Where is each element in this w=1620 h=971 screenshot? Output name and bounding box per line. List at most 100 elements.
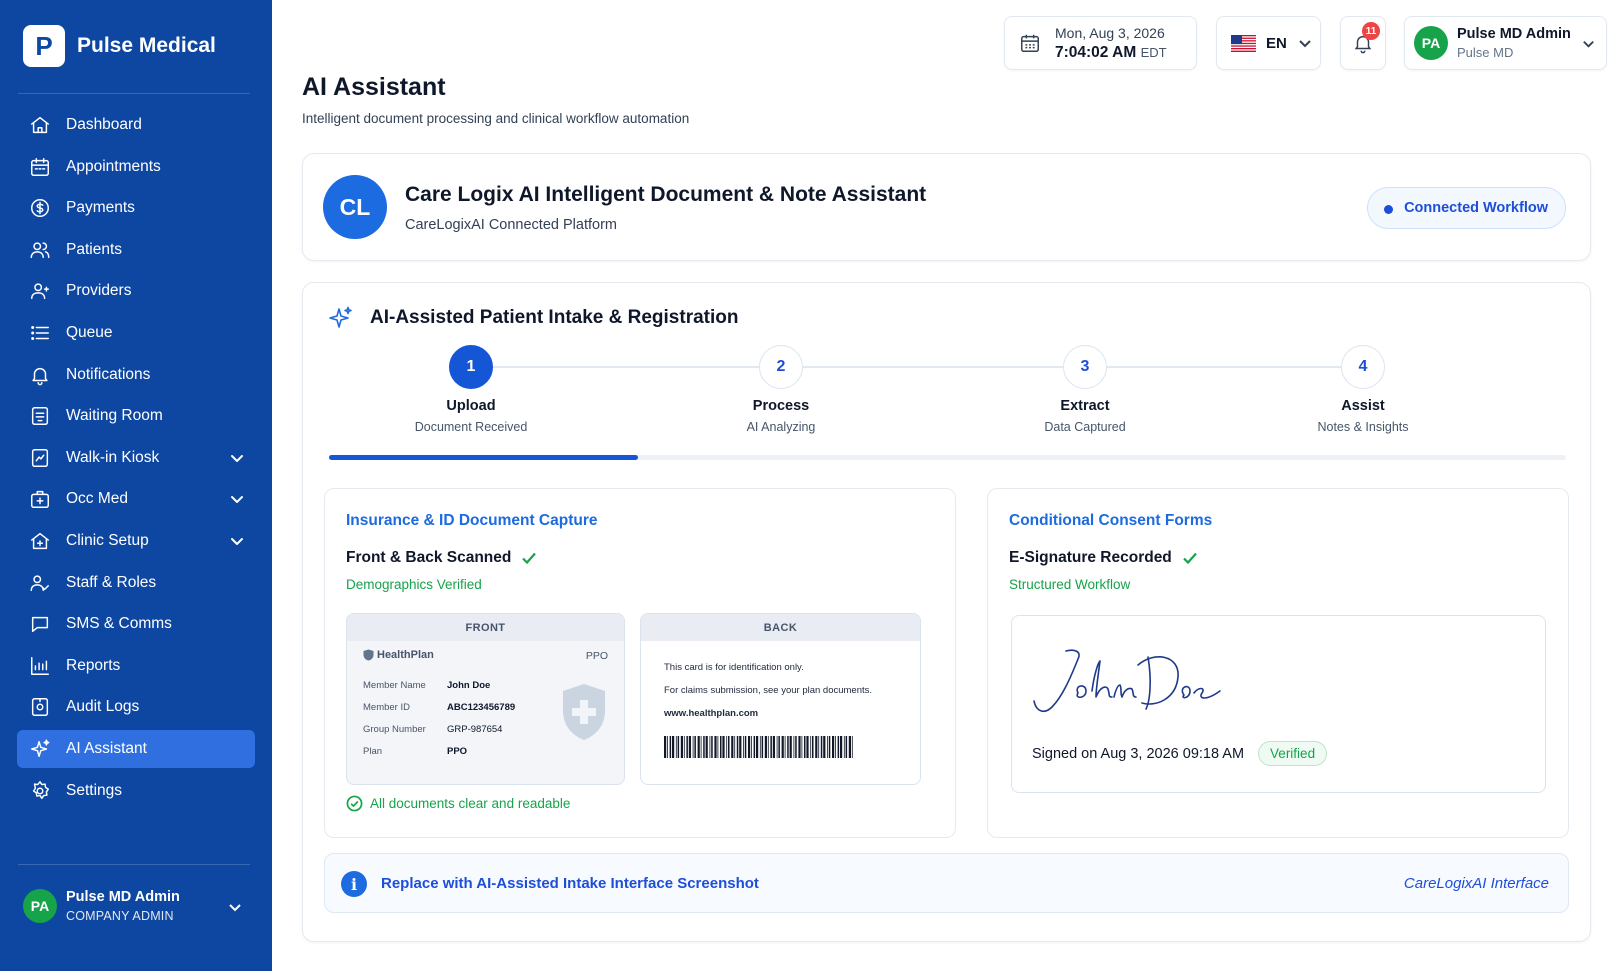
barcode-bar [798,736,801,758]
barcode-bar [767,736,769,758]
barcode-bar [828,736,831,758]
sidebar-item-patients[interactable]: Patients [17,231,255,269]
sidebar-item-label: Occ Med [66,490,129,508]
barcode-bar [832,736,835,758]
card-side-label: BACK [641,614,920,641]
barcode-bar [759,736,761,758]
brand-logo: P [23,25,65,67]
sidebar-item-waiting-room[interactable]: Waiting Room [17,397,255,435]
info-banner-source: CareLogixAI Interface [1403,875,1549,892]
us-flag-icon [1231,34,1256,52]
kiosk-icon [31,448,49,467]
field-label: Group Number [363,724,426,735]
connected-workflow-badge[interactable]: Connected Workflow [1367,187,1566,229]
sidebar-item-occ-med[interactable]: Occ Med [17,480,255,518]
barcode-bar [851,736,853,758]
sidebar-item-label: Payments [66,199,135,217]
sidebar-item-clinic-setup[interactable]: Clinic Setup [17,522,255,560]
sidebar-item-settings[interactable]: Settings [17,772,255,810]
sidebar-divider [18,93,250,94]
barcode-bar [700,736,702,758]
barcode-bar [722,736,725,758]
step-upload[interactable]: 1 Upload Document Received [391,345,551,434]
intake-title: AI-Assisted Patient Intake & Registratio… [370,307,739,328]
user-menu[interactable]: PA Pulse MD Admin Pulse MD [1404,16,1607,70]
barcode-icon [664,736,853,758]
sidebar-item-label: Patients [66,240,123,258]
barcode-bar [823,736,826,758]
sidebar-item-appointments[interactable]: Appointments [17,148,255,186]
barcode-bar [677,736,680,758]
sidebar-item-audit-logs[interactable]: Audit Logs [17,688,255,726]
signature-box[interactable]: Signed on Aug 3, 2026 09:18 AM Verified [1011,615,1546,793]
barcode-bar [751,736,752,758]
assistant-header-card: CL Care Logix AI Intelligent Document & … [302,153,1591,261]
barcode-bar [770,736,772,758]
insurance-capture-card: Insurance & ID Document Capture Front & … [324,488,956,838]
barcode-bar [840,736,843,758]
assistant-title: Care Logix AI Intelligent Document & Not… [405,183,927,206]
field-value: John Doe [447,680,491,691]
insurance-card-back[interactable]: BACK This card is for identification onl… [640,613,921,785]
barcode-bar [843,736,845,758]
insurance-footer: All documents clear and readable [346,795,570,812]
brand[interactable]: P Pulse Medical [23,25,216,67]
datetime-display: Mon, Aug 3, 2026 7:04:02 AM EDT [1004,16,1197,70]
barcode-bar [810,736,812,758]
barcode-bar [734,736,736,758]
barcode-bar [837,736,840,758]
insurance-title: Insurance & ID Document Capture [346,512,598,529]
sidebar-item-label: AI Assistant [66,739,147,757]
barcode-bar [761,736,764,758]
step-name: Process [752,398,810,414]
sidebar-item-dashboard[interactable]: Dashboard [17,106,255,144]
consent-title: Conditional Consent Forms [1009,512,1213,529]
sidebar-item-notifications[interactable]: Notifications [17,356,255,394]
sidebar-item-sms-comms[interactable]: SMS & Comms [17,605,255,643]
sidebar-item-label: Notifications [66,365,151,383]
field-label: Member ID [363,702,410,713]
barcode-bar [764,736,767,758]
barcode-bar [692,736,694,758]
assistant-subtitle: CareLogixAI Connected Platform [405,217,617,233]
barcode-bar [686,736,688,758]
intake-card: AI-Assisted Patient Intake & Registratio… [302,282,1591,942]
clinic-icon [31,532,49,550]
insurance-card-front[interactable]: FRONT HealthPlan PPO Member Name John Doe… [346,613,625,785]
barcode-bar [664,736,667,758]
language-selector[interactable]: EN [1216,16,1321,70]
verified-badge: Verified [1258,741,1328,766]
sidebar-item-ai-assistant[interactable]: AI Assistant [17,729,255,768]
info-banner-text[interactable]: Replace with AI-Assisted Intake Interfac… [381,875,759,892]
step-extract[interactable]: 3 Extract Data Captured [1005,345,1165,434]
step-process[interactable]: 2 Process AI Analyzing [701,345,861,434]
audit-icon [31,698,49,717]
sidebar-item-label: Audit Logs [66,698,140,716]
sidebar-item-staff-roles[interactable]: Staff & Roles [17,564,255,602]
user-name: Pulse MD Admin [1457,26,1571,42]
step-assist[interactable]: 4 Assist Notes & Insights [1283,345,1443,434]
sidebar-item-reports[interactable]: Reports [17,647,255,685]
sidebar-item-queue[interactable]: Queue [17,314,255,352]
current-date: Mon, Aug 3, 2026 [1055,24,1165,41]
chevron-down-icon [231,496,243,504]
barcode-bar [675,736,677,758]
barcode-bar [827,736,828,758]
sidebar: P Pulse Medical Dashboard Appointments Pay… [0,0,272,971]
user-org: Pulse MD [1457,45,1514,60]
chevron-down-icon [1583,40,1594,48]
notifications-button[interactable]: 11 [1340,16,1386,70]
barcode-bar [748,736,751,758]
step-description: Document Received [414,420,528,434]
card-side-label: FRONT [347,614,624,641]
sidebar-item-label: Staff & Roles [66,573,157,591]
sidebar-item-payments[interactable]: Payments [17,189,255,227]
sidebar-item-providers[interactable]: Providers [17,272,255,310]
card-back-text: This card is for identification only. [664,662,804,673]
barcode-bar [812,736,814,758]
current-time: 7:04:02 AM [1055,43,1137,61]
insurance-substatus: Demographics Verified [346,577,482,592]
step-description: AI Analyzing [746,420,816,434]
sidebar-user-menu[interactable]: PA Pulse MD Admin COMPANY ADMIN [23,889,253,923]
sidebar-item-walk-in-kiosk[interactable]: Walk-in Kiosk [17,439,255,477]
